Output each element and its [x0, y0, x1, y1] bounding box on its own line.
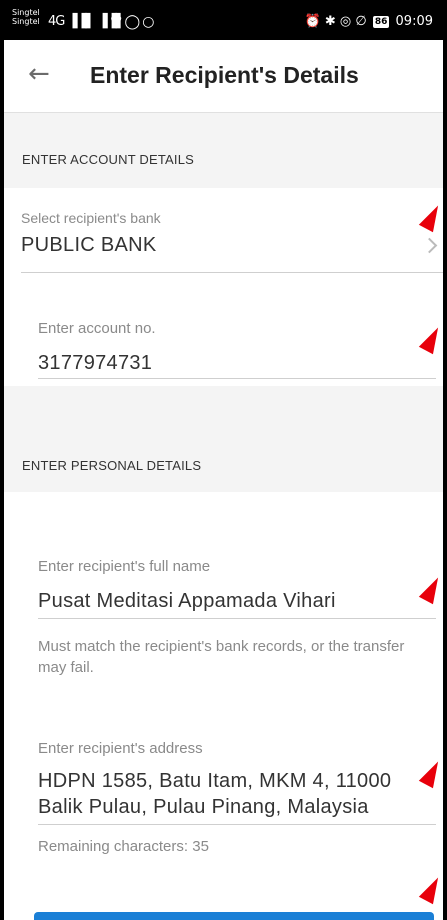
- back-arrow-icon[interactable]: ←: [28, 59, 50, 89]
- bank-select-label: Select recipient's bank: [21, 210, 161, 226]
- carrier-1: Singtel: [12, 8, 40, 17]
- full-name-value: Pusat Meditasi Appamada Vihari: [38, 590, 336, 612]
- full-name-helper-text: Must match the recipient's bank records,…: [38, 638, 405, 676]
- system-icons: ⏰ ✱ ◎ ∅: [304, 14, 367, 29]
- battery-icon: 86: [372, 16, 390, 28]
- account-number-value: 3177974731: [38, 352, 153, 374]
- app-screen: Singtel Singtel 4G ▐▐▌ ▐▐▌ ♥◯○ ⏰ ✱ ◎ ∅ 8…: [4, 4, 443, 920]
- address-underline: [38, 824, 436, 825]
- address-value: HDPN 1585, Batu Itam, MKM 4, 11000 Balik…: [38, 768, 391, 820]
- page-title: Enter Recipient's Details: [90, 62, 359, 88]
- clock: 09:09: [395, 14, 433, 29]
- full-name-underline: [38, 618, 436, 619]
- account-section-heading: ENTER ACCOUNT DETAILS: [22, 152, 195, 167]
- status-bar: Singtel Singtel 4G ▐▐▌ ▐▐▌ ♥◯○ ⏰ ✱ ◎ ∅ 8…: [4, 4, 443, 40]
- continue-button[interactable]: [34, 912, 434, 920]
- notification-icons: ♥◯○: [110, 14, 157, 30]
- full-name-label: Enter recipient's full name: [38, 558, 211, 575]
- remaining-characters: Remaining characters: 35: [38, 838, 209, 855]
- account-details-card: Select recipient's bank PUBLIC BANK Ente…: [4, 188, 443, 386]
- address-value-line-2: Balik Pulau, Pulau Pinang, Malaysia: [38, 796, 369, 818]
- app-header: ← Enter Recipient's Details: [4, 40, 443, 113]
- address-label: Enter recipient's address: [38, 740, 203, 757]
- address-card: Enter recipient's address HDPN 1585, Bat…: [4, 740, 443, 920]
- account-number-field[interactable]: Enter account no. 3177974731: [4, 300, 443, 379]
- carrier-labels: Singtel Singtel: [12, 8, 40, 26]
- address-field[interactable]: Enter recipient's address HDPN 1585, Bat…: [4, 740, 443, 920]
- bank-underline: [21, 272, 443, 273]
- full-name-field[interactable]: Enter recipient's full name Pusat Medita…: [4, 552, 443, 624]
- personal-section-heading: ENTER PERSONAL DETAILS: [22, 458, 202, 473]
- bank-select-value: PUBLIC BANK: [21, 234, 157, 256]
- bank-select[interactable]: Select recipient's bank PUBLIC BANK: [4, 188, 443, 274]
- account-number-underline: [38, 378, 436, 379]
- account-number-label: Enter account no.: [38, 320, 156, 337]
- carrier-2: Singtel: [12, 17, 40, 26]
- address-value-line-1: HDPN 1585, Batu Itam, MKM 4, 11000: [38, 770, 392, 792]
- status-right: ⏰ ✱ ◎ ∅ 86 09:09: [305, 14, 433, 29]
